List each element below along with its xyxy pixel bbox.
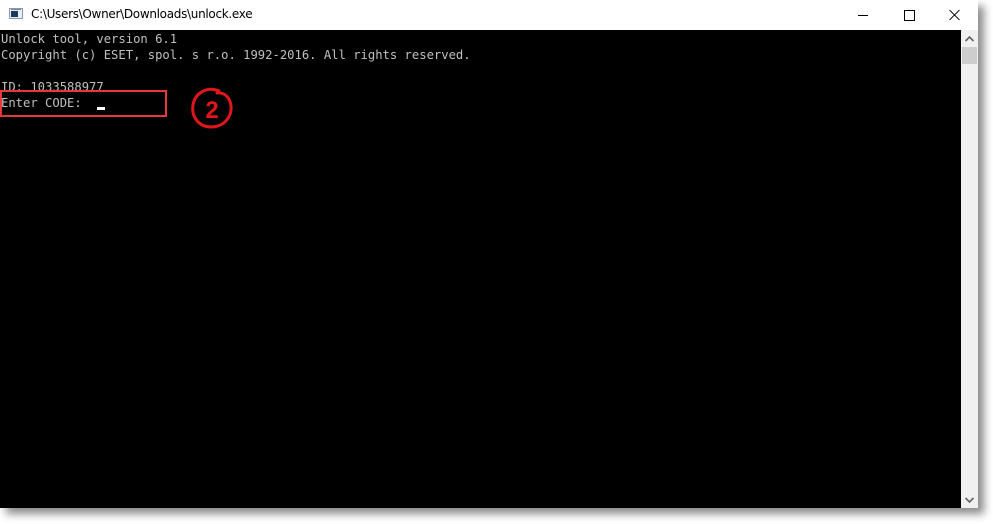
scroll-down-button[interactable] bbox=[961, 491, 978, 508]
window-title: C:\Users\Owner\Downloads\unlock.exe bbox=[31, 7, 253, 21]
console-line-copyright: Copyright (c) ESET, spol. s r.o. 1992-20… bbox=[1, 48, 471, 62]
console-window: C:\Users\Owner\Downloads\unlock.exe Unlo… bbox=[0, 0, 978, 508]
app-icon-screen bbox=[11, 11, 18, 17]
console-app-icon[interactable] bbox=[9, 8, 23, 19]
chevron-up-icon bbox=[965, 35, 974, 42]
minimize-icon bbox=[858, 14, 868, 16]
step-2-badge: 2 bbox=[191, 87, 233, 129]
scroll-thumb[interactable] bbox=[962, 47, 977, 64]
app-icon-stripe bbox=[11, 9, 21, 10]
console-output-area[interactable]: Unlock tool, version 6.1 Copyright (c) E… bbox=[0, 30, 961, 508]
vertical-scrollbar[interactable] bbox=[961, 30, 978, 508]
minimize-button[interactable] bbox=[840, 0, 886, 30]
maximize-button[interactable] bbox=[886, 0, 932, 30]
maximize-icon bbox=[903, 9, 915, 21]
close-icon bbox=[949, 9, 961, 21]
scroll-up-button[interactable] bbox=[961, 30, 978, 47]
chevron-down-icon bbox=[965, 496, 974, 503]
title-bar[interactable]: C:\Users\Owner\Downloads\unlock.exe bbox=[0, 0, 978, 30]
code-prompt-highlight bbox=[0, 90, 167, 117]
step-badge-number: 2 bbox=[205, 97, 218, 124]
console-line-version: Unlock tool, version 6.1 bbox=[1, 32, 178, 46]
close-button[interactable] bbox=[932, 0, 978, 30]
